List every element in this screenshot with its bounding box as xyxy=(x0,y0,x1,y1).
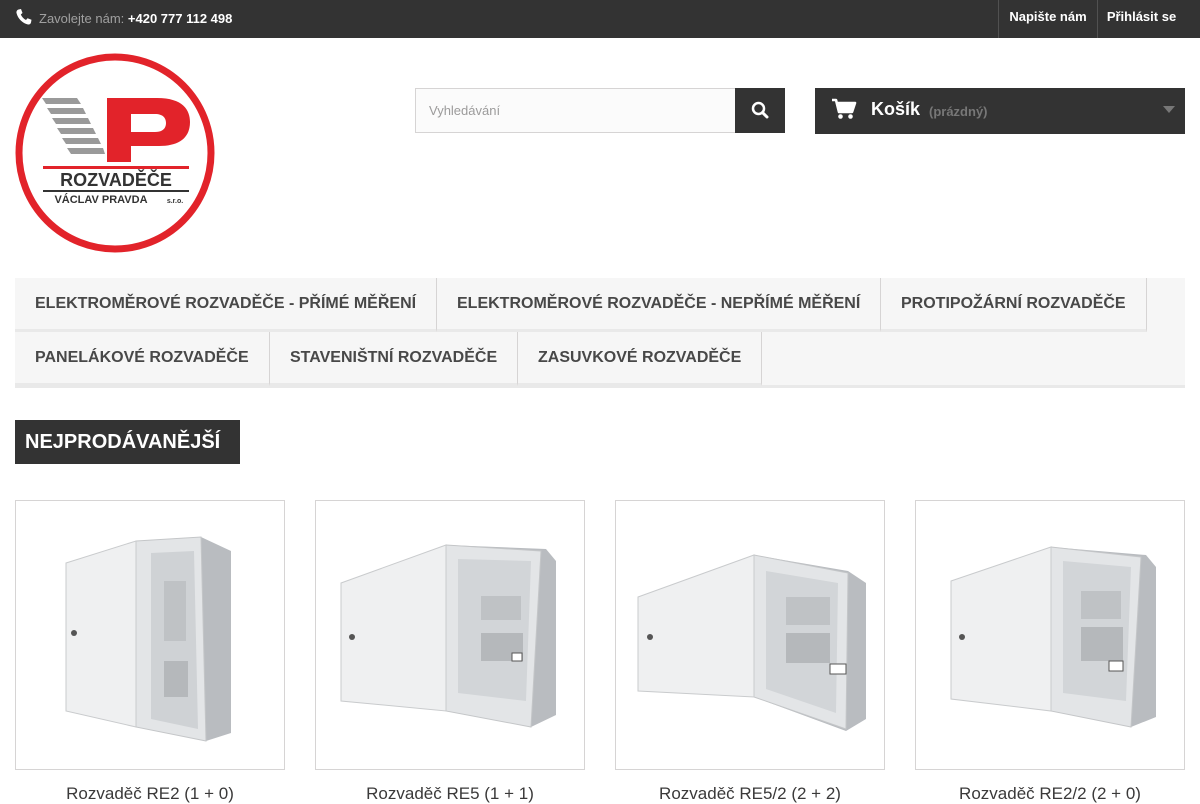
search-button[interactable] xyxy=(735,88,785,133)
section-title: NEJPRODÁVANĚJŠÍ xyxy=(15,420,240,464)
site-logo[interactable]: ROZVADĚČE VÁCLAV PRAVDA s.r.o. xyxy=(15,52,215,254)
logo-line2-suffix: s.r.o. xyxy=(167,198,183,205)
logo-graphic: ROZVADĚČE VÁCLAV PRAVDA s.r.o. xyxy=(15,53,215,253)
phone-number: +420 777 112 498 xyxy=(127,11,233,26)
product-image xyxy=(637,554,866,731)
main-menu: ELEKTROMĚROVÉ ROZVADĚČE - PŘÍMÉ MĚŘENÍ E… xyxy=(15,278,1185,388)
product-image xyxy=(340,544,556,728)
cart-state: (prázdný) xyxy=(929,104,988,119)
product-card[interactable] xyxy=(15,500,285,770)
search-icon xyxy=(751,101,769,119)
menu-item-zasuvkove[interactable]: ZASUVKOVÉ ROZVADĚČE xyxy=(518,332,763,386)
cart-label: Košík xyxy=(871,99,921,119)
chevron-down-icon xyxy=(1163,106,1175,113)
search-input[interactable]: Vyhledávání xyxy=(415,88,736,133)
product-name-link[interactable]: Rozvaděč RE5 (1 + 1) xyxy=(315,784,585,804)
top-bar: Zavolejte nám: +420 777 112 498 Napište … xyxy=(0,0,1200,38)
cart-button[interactable]: Košík (prázdný) xyxy=(815,88,1185,134)
logo-line2: VÁCLAV PRAVDA xyxy=(54,193,147,206)
product-name-link[interactable]: Rozvaděč RE2 (1 + 0) xyxy=(15,784,285,804)
product-card[interactable] xyxy=(315,500,585,770)
menu-item-protipozarni[interactable]: PROTIPOŽÁRNÍ ROZVADĚČE xyxy=(881,278,1147,332)
login-link[interactable]: Přihlásit se xyxy=(1097,0,1185,38)
logo-line1: ROZVADĚČE xyxy=(60,169,172,190)
product-name-link[interactable]: Rozvaděč RE2/2 (2 + 0) xyxy=(915,784,1185,804)
menu-item-neprime-mereni[interactable]: ELEKTROMĚROVÉ ROZVADĚČE - NEPŘÍMÉ MĚŘENÍ xyxy=(437,278,882,332)
product-card[interactable] xyxy=(615,500,885,770)
product-card[interactable] xyxy=(915,500,1185,770)
contact-link[interactable]: Napište nám xyxy=(998,0,1097,38)
product-name-link[interactable]: Rozvaděč RE5/2 (2 + 2) xyxy=(615,784,885,804)
phone-icon xyxy=(16,9,32,25)
product-image xyxy=(65,536,231,742)
phone-info: Zavolejte nám: +420 777 112 498 xyxy=(39,11,232,26)
product-image xyxy=(950,546,1156,728)
menu-item-panelakove[interactable]: PANELÁKOVÉ ROZVADĚČE xyxy=(15,332,270,386)
shopping-cart-icon xyxy=(832,98,857,119)
menu-item-stavenistni[interactable]: STAVENIŠTNÍ ROZVADĚČE xyxy=(270,332,519,386)
phone-prefix: Zavolejte nám: xyxy=(39,11,125,26)
menu-item-prime-mereni[interactable]: ELEKTROMĚROVÉ ROZVADĚČE - PŘÍMÉ MĚŘENÍ xyxy=(15,278,438,332)
